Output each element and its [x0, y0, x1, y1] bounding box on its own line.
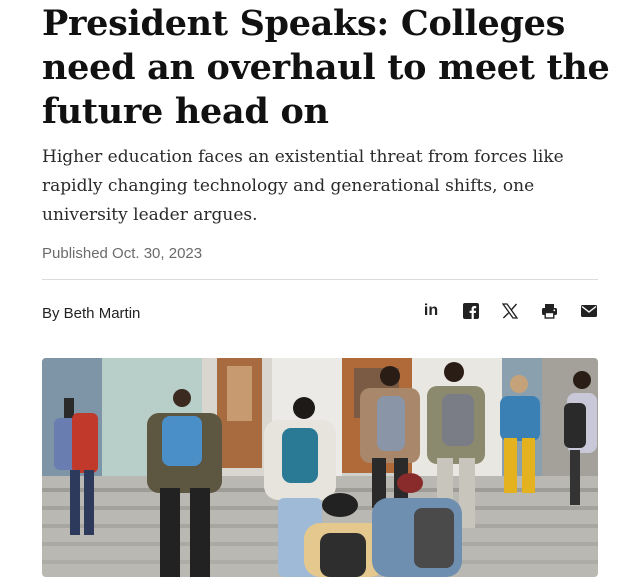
share-bar: in [420, 300, 600, 322]
linkedin-icon[interactable]: in [420, 300, 442, 322]
email-icon[interactable] [578, 300, 600, 322]
hero-photo [42, 358, 598, 577]
x-icon[interactable] [499, 300, 521, 322]
byline[interactable]: By Beth Martin [42, 305, 140, 322]
article-dek: Higher education faces an existential th… [42, 147, 564, 225]
article-headline: President Speaks: Colleges need an overh… [42, 3, 610, 132]
divider [42, 279, 598, 280]
print-icon[interactable] [539, 300, 561, 322]
facebook-icon[interactable] [460, 300, 482, 322]
linkedin-label: in [423, 302, 439, 319]
published-date: Published Oct. 30, 2023 [42, 245, 203, 262]
